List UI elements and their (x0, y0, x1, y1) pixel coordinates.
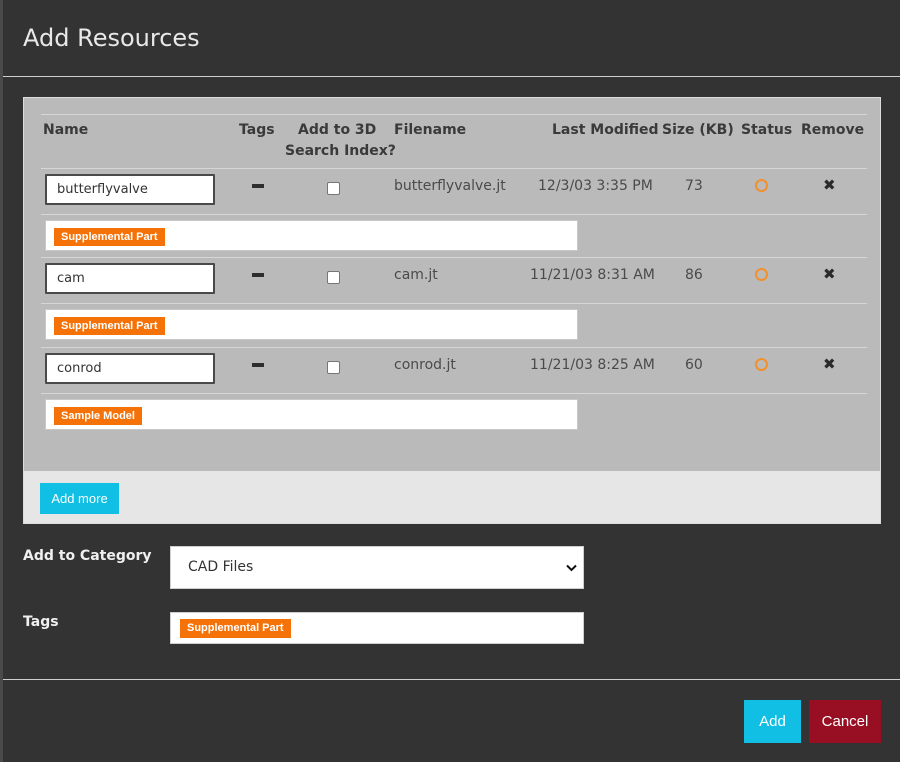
window-left-edge (0, 0, 3, 762)
header-tags: Tags (239, 122, 275, 138)
header-divider (3, 76, 900, 77)
tags-label: Tags (23, 614, 59, 630)
row-divider (41, 214, 867, 215)
footer-divider (3, 679, 900, 680)
last-modified-cell: 11/21/03 8:25 AM (530, 357, 655, 373)
header-add3d-line1: Add to 3D (298, 122, 377, 138)
size-cell: 86 (685, 267, 703, 283)
row-tags-field[interactable]: Supplemental Part (45, 309, 578, 340)
row-tags-field[interactable]: Sample Model (45, 399, 578, 430)
cancel-button[interactable]: Cancel (809, 700, 881, 743)
resources-table-area: Name Tags Add to 3D Search Index? Filena… (24, 98, 880, 471)
row-divider (41, 303, 867, 304)
row-divider (41, 347, 867, 348)
tag-chip: Supplemental Part (180, 619, 291, 638)
row-divider (41, 257, 867, 258)
add-more-button[interactable]: Add more (40, 483, 119, 514)
header-add3d-line2: Search Index? (285, 143, 396, 159)
resources-panel: Name Tags Add to 3D Search Index? Filena… (23, 97, 881, 524)
last-modified-cell: 12/3/03 3:35 PM (538, 178, 653, 194)
row-divider (41, 393, 867, 394)
table-top-border (41, 114, 867, 115)
minus-icon[interactable] (252, 363, 264, 367)
minus-icon[interactable] (252, 273, 264, 277)
category-label: Add to Category (23, 548, 152, 564)
header-remove: Remove (801, 122, 865, 138)
header-name: Name (43, 122, 89, 138)
header-divider-line (41, 168, 867, 169)
resource-name-input[interactable]: butterflyvalve (45, 174, 215, 205)
size-cell: 60 (685, 357, 703, 373)
last-modified-cell: 11/21/03 8:31 AM (530, 267, 655, 283)
close-icon[interactable]: ✖ (823, 178, 836, 193)
row-tags-field[interactable]: Supplemental Part (45, 220, 578, 251)
tag-chip: Supplemental Part (54, 317, 165, 335)
circle-outline-icon (755, 179, 768, 192)
category-select[interactable]: CAD Files (170, 546, 584, 589)
minus-icon[interactable] (252, 184, 264, 188)
resource-name-input[interactable]: conrod (45, 353, 215, 384)
circle-outline-icon (755, 358, 768, 371)
header-status: Status (741, 122, 793, 138)
tags-field[interactable]: Supplemental Part (170, 612, 584, 644)
circle-outline-icon (755, 268, 768, 281)
chevron-down-icon (566, 547, 577, 588)
dialog-title: Add Resources (23, 24, 200, 52)
add-to-3d-checkbox[interactable] (327, 361, 340, 374)
close-icon[interactable]: ✖ (823, 267, 836, 282)
category-selected-value: CAD Files (188, 559, 254, 575)
add-button[interactable]: Add (744, 700, 801, 743)
close-icon[interactable]: ✖ (823, 357, 836, 372)
header-size: Size (KB) (662, 122, 734, 138)
tag-chip: Sample Model (54, 407, 142, 425)
filename-cell: conrod.jt (394, 357, 456, 373)
header-last-modified: Last Modified (552, 122, 659, 138)
resource-name-input[interactable]: cam (45, 263, 215, 294)
size-cell: 73 (685, 178, 703, 194)
add-to-3d-checkbox[interactable] (327, 182, 340, 195)
filename-cell: butterflyvalve.jt (394, 178, 506, 194)
add-to-3d-checkbox[interactable] (327, 271, 340, 284)
header-filename: Filename (394, 122, 467, 138)
tag-chip: Supplemental Part (54, 228, 165, 246)
filename-cell: cam.jt (394, 267, 438, 283)
